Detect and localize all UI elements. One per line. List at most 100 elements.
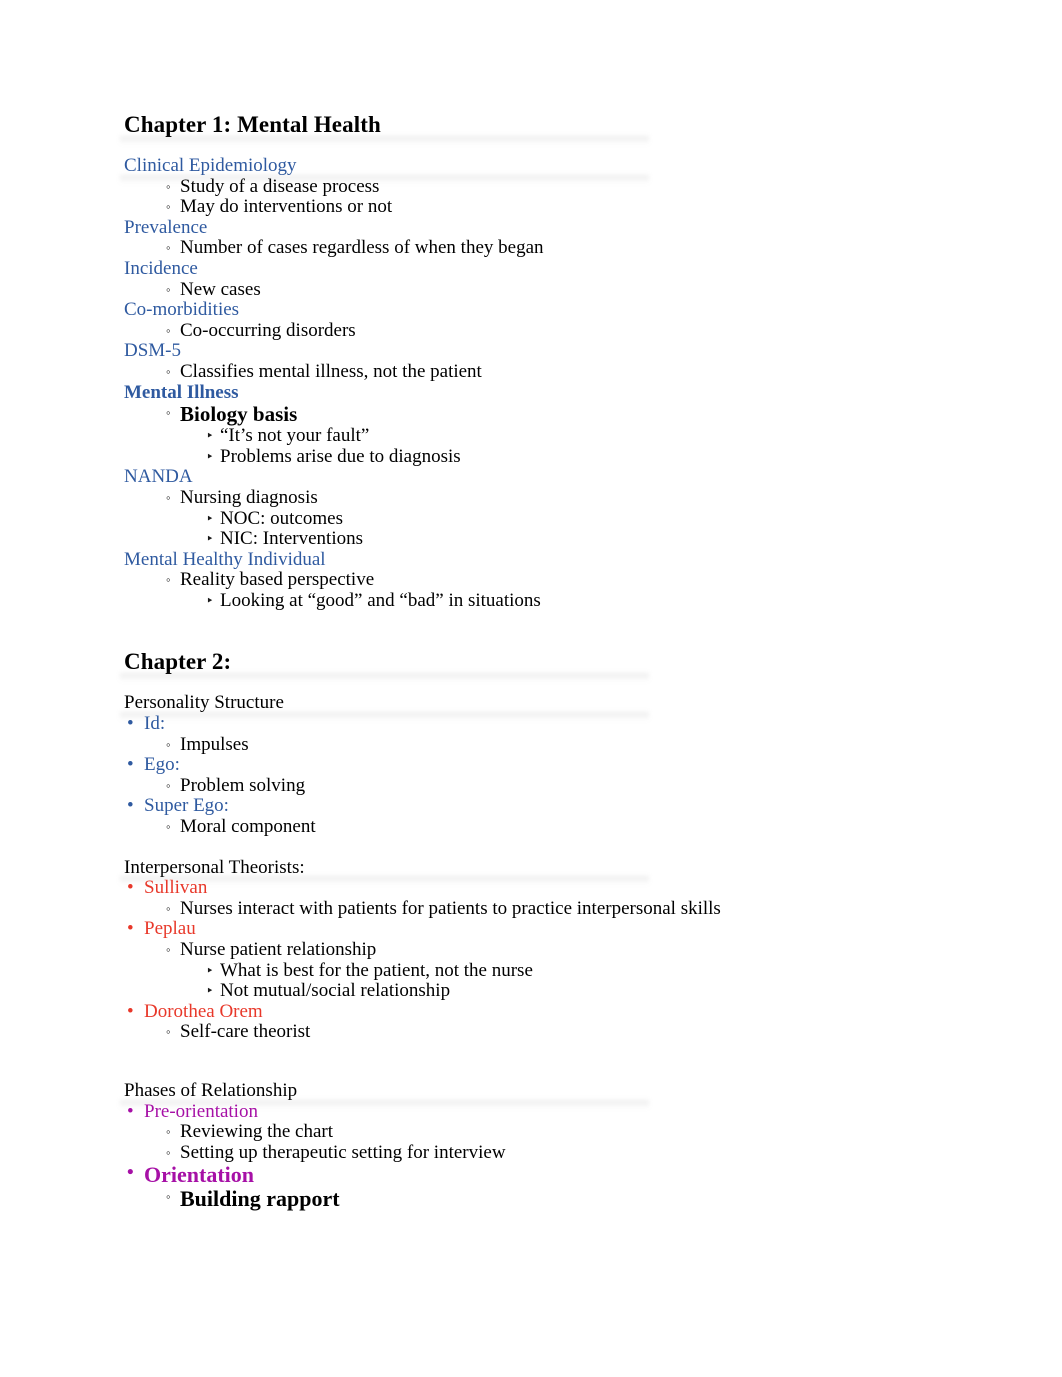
outline-item-prevalence: Prevalence [124,216,944,239]
outline-item-biology-basis: ◦ Biology basis [124,403,944,426]
outline-item-dorothea-orem: • Dorothea Orem [124,1000,944,1023]
outline-item-problems-arise-due-to-diagnosis: ‣ Problems arise due to diagnosis [124,445,944,468]
circle-bullet-icon: ◦ [166,405,171,421]
chapter-1-heading: Chapter 1: Mental Health [124,112,944,138]
outline-label: Not mutual/social relationship [220,980,451,1002]
outline-item-reviewing-the-chart: ◦ Reviewing the chart [124,1121,944,1143]
triangle-bullet-icon: ‣ [206,592,214,608]
circle-bullet-icon: ◦ [166,900,171,916]
circle-bullet-icon: ◦ [166,489,171,505]
outline-item-nurses-interact-with-patients: ◦ Nurses interact with patients for pati… [124,897,944,920]
round-bullet-icon: • [127,795,134,817]
outline-label: NIC: Interventions [220,528,364,550]
outline-label: Number of cases regardless of when they … [180,237,544,259]
outline-label: “It’s not your fault” [220,425,370,447]
round-bullet-icon: • [127,713,134,735]
outline-item-study-of-a-disease-process: ◦ Study of a disease process [124,175,944,198]
outline-item-super-ego: • Super Ego: [124,796,944,817]
outline-item-orientation: • Orientation [124,1163,944,1187]
outline-label: Orientation [144,1162,254,1188]
round-bullet-icon: • [127,1000,134,1022]
outline-label: Problems arise due to diagnosis [220,445,461,467]
outline-item-reality-based-perspective: ◦ Reality based perspective [124,569,944,591]
outline-label: Study of a disease process [180,175,380,197]
outline-item-nic-interventions: ‣ NIC: Interventions [124,528,944,550]
outline-item-may-do-interventions: ◦ May do interventions or not [124,196,944,218]
round-bullet-icon: • [127,754,134,776]
outline-label: Ego: [144,754,180,776]
outline-item-pre-orientation: • Pre-orientation [124,1100,944,1123]
circle-bullet-icon: ◦ [166,199,171,215]
outline-label: Mental Illness [124,381,239,403]
outline-item-moral-component: ◦ Moral component [124,816,944,838]
triangle-bullet-icon: ‣ [206,448,214,464]
outline-label: Setting up therapeutic setting for inter… [180,1141,506,1163]
outline-item-new-cases: ◦ New cases [124,278,944,301]
document-page: Chapter 1: Mental Health Clinical Epidem… [0,0,1062,1377]
chapter-2-heading: Chapter 2: [124,649,944,675]
outline-label: Moral component [180,816,316,838]
circle-bullet-icon: ◦ [166,1144,171,1160]
outline-item-nurse-patient-relationship: ◦ Nurse patient relationship [124,939,944,961]
outline-item-co-morbidities: Co-morbidities [124,299,944,321]
outline-item-nursing-diagnosis: ◦ Nursing diagnosis [124,486,944,509]
outline-label: Co-occurring disorders [180,319,356,341]
circle-bullet-icon: ◦ [166,1124,171,1140]
outline-label: Building rapport [180,1186,340,1212]
section-title-interpersonal-theorists: Interpersonal Theorists: [124,857,944,879]
circle-bullet-icon: ◦ [166,240,171,256]
outline-label: Nursing diagnosis [180,486,318,508]
circle-bullet-icon: ◦ [166,572,171,588]
outline-item-number-of-cases: ◦ Number of cases regardless of when the… [124,238,944,259]
outline-item-co-occurring-disorders: ◦ Co-occurring disorders [124,319,944,342]
section-title-phases-of-relationship: Phases of Relationship [124,1080,944,1102]
outline-label: Nurses interact with patients for patien… [180,897,721,919]
outline-item-setting-up-therapeutic-setting: ◦ Setting up therapeutic setting for int… [124,1141,944,1164]
outline-item-ego: • Ego: [124,754,944,776]
outline-item-nanda: NANDA [124,467,944,488]
circle-bullet-icon: ◦ [166,1024,171,1040]
outline-label: Clinical Epidemiology [124,155,297,176]
outline-item-problem-solving: ◦ Problem solving [124,774,944,797]
outline-label: Dorothea Orem [144,1000,263,1022]
outline-label: Pre-orientation [144,1100,258,1122]
outline-item-mental-healthy-individual: Mental Healthy Individual [124,549,944,571]
round-bullet-icon: • [127,877,134,899]
outline-item-building-rapport: ◦ Building rapport [124,1187,944,1211]
circle-bullet-icon: ◦ [166,819,171,835]
outline-item-what-is-best-for-the-patient: ‣ What is best for the patient, not the … [124,960,944,982]
circle-bullet-icon: ◦ [166,777,171,793]
phases-of-relationship-list: • Pre-orientation ◦ Reviewing the chart … [124,1100,944,1212]
outline-item-impulses: ◦ Impulses [124,734,944,756]
section-title-personality-structure: Personality Structure [124,693,944,714]
triangle-bullet-icon: ‣ [206,983,214,999]
outline-label: Biology basis [180,402,298,427]
outline-label: Nurse patient relationship [180,939,377,960]
outline-item-id: • Id: [124,713,944,735]
outline-item-self-care-theorist: ◦ Self-care theorist [124,1022,944,1043]
triangle-bullet-icon: ‣ [206,428,214,444]
outline-label: Prevalence [124,216,208,238]
outline-item-clinical-epidemiology: Clinical Epidemiology [124,155,944,177]
outline-label: Classifies mental illness, not the patie… [180,360,482,382]
outline-label: NANDA [124,466,193,488]
outline-label: May do interventions or not [180,196,393,218]
outline-label: Sullivan [144,877,208,899]
outline-label: Incidence [124,257,198,279]
circle-bullet-icon: ◦ [166,363,171,379]
circle-bullet-icon: ◦ [166,736,171,752]
outline-label: New cases [180,278,261,300]
outline-item-classifies-mental-illness: ◦ Classifies mental illness, not the pat… [124,360,944,383]
outline-label: NOC: outcomes [220,507,343,529]
outline-item-looking-at-good-and-bad: ‣ Looking at “good” and “bad” in situati… [124,590,944,612]
outline-label: Problem solving [180,774,306,796]
round-bullet-icon: • [127,1162,134,1184]
outline-label: DSM-5 [124,340,182,362]
circle-bullet-icon: ◦ [166,178,171,194]
document-body: Chapter 1: Mental Health Clinical Epidem… [124,112,944,1211]
outline-label: Peplau [144,918,196,940]
circle-bullet-icon: ◦ [166,1189,171,1205]
